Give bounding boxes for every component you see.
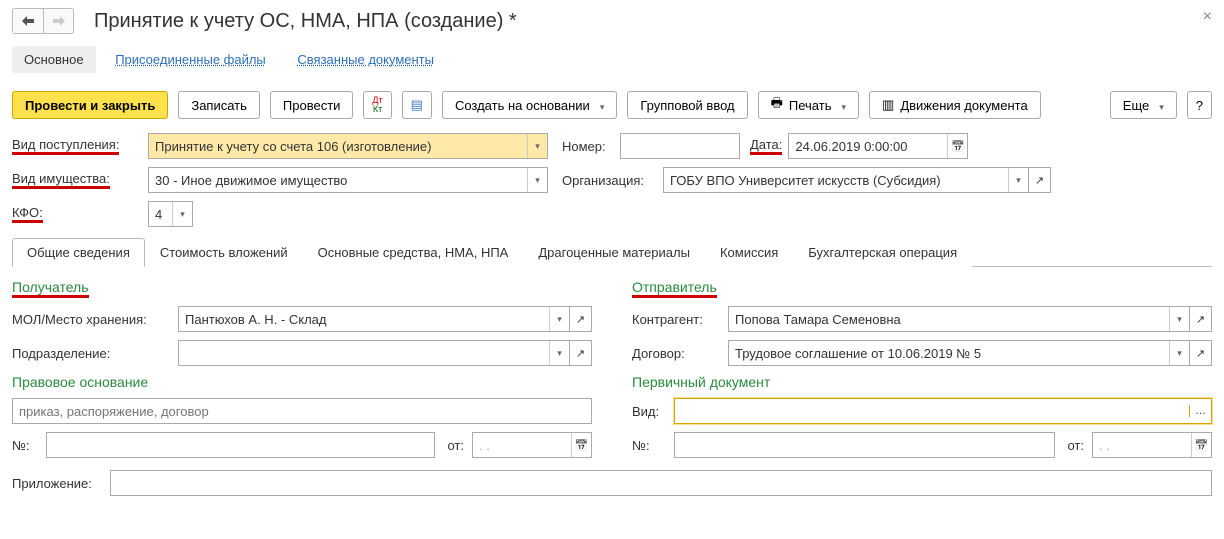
more-button[interactable]: Еще — [1110, 91, 1177, 119]
attachment-input[interactable] — [110, 470, 1212, 496]
calendar-icon[interactable] — [947, 134, 967, 158]
org-select[interactable]: ГОБУ ВПО Университет искусств (Субсидия)… — [663, 167, 1029, 193]
mol-label: МОЛ/Место хранения: — [12, 312, 172, 327]
link-tab-main[interactable]: Основное — [12, 46, 96, 73]
counterparty-label: Контрагент: — [632, 312, 722, 327]
tab-precious[interactable]: Драгоценные материалы — [523, 238, 705, 267]
legal-basis-title: Правовое основание — [12, 374, 592, 390]
post-and-close-button[interactable]: Провести и закрыть — [12, 91, 168, 119]
sender-from-label: от: — [1067, 438, 1084, 453]
dt-kt-button[interactable]: ДтКт — [363, 91, 391, 119]
chevron-down-icon[interactable]: ▾ — [1169, 307, 1189, 331]
dept-select[interactable]: ▾ — [178, 340, 570, 366]
sender-no-input[interactable] — [674, 432, 1055, 458]
legal-basis-input[interactable] — [12, 398, 592, 424]
mol-select[interactable]: Пантюхов А. Н. - Склад ▾ — [178, 306, 570, 332]
org-open-button[interactable]: ↗ — [1029, 167, 1051, 193]
sender-title: Отправитель — [632, 279, 1212, 298]
form-header: Вид поступления: Принятие к учету со сче… — [12, 133, 1212, 227]
tab-accounting[interactable]: Бухгалтерская операция — [793, 238, 972, 267]
doc-type-label: Вид: — [632, 404, 668, 419]
recipient-no-label: №: — [12, 438, 40, 453]
recipient-from-label: от: — [447, 438, 464, 453]
calendar-icon[interactable] — [571, 433, 591, 457]
kfo-select[interactable]: 4 ▾ — [148, 201, 193, 227]
list-icon-button[interactable]: ▤ — [402, 91, 432, 119]
asset-type-label: Вид имущества: — [12, 171, 142, 189]
org-label: Организация: — [562, 173, 657, 188]
sender-section: Отправитель Контрагент: Попова Тамара Се… — [632, 279, 1212, 466]
link-tabs: Основное Присоединенные файлы Связанные … — [12, 46, 1212, 73]
chevron-down-icon[interactable]: ▾ — [172, 202, 192, 226]
tab-commission[interactable]: Комиссия — [705, 238, 793, 267]
print-button[interactable]: 🖶 Печать — [758, 91, 859, 119]
recipient-section: Получатель МОЛ/Место хранения: Пантюхов … — [12, 279, 592, 466]
counterparty-open-button[interactable]: ↗ — [1190, 306, 1212, 332]
kfo-label: КФО: — [12, 205, 142, 223]
chevron-down-icon[interactable]: ▾ — [527, 134, 547, 158]
chevron-down-icon[interactable]: ▾ — [549, 341, 569, 365]
chevron-down-icon — [1155, 98, 1164, 113]
nav-forward-button[interactable] — [43, 9, 73, 33]
tab-assets[interactable]: Основные средства, НМА, НПА — [303, 238, 524, 267]
dept-label: Подразделение: — [12, 346, 172, 361]
number-label: Номер: — [562, 139, 614, 154]
chevron-down-icon — [837, 98, 846, 113]
toolbar: Провести и закрыть Записать Провести ДтК… — [12, 91, 1212, 119]
tabs: Общие сведения Стоимость вложений Основн… — [12, 237, 1212, 267]
doc-type-input[interactable]: … — [674, 398, 1212, 424]
list-icon: ▤ — [411, 97, 423, 113]
printer-icon: 🖶 — [771, 94, 783, 116]
recipient-title: Получатель — [12, 279, 592, 298]
contract-select[interactable]: Трудовое соглашение от 10.06.2019 № 5 ▾ — [728, 340, 1190, 366]
link-tab-attached[interactable]: Присоединенные файлы — [103, 46, 278, 73]
receipt-type-select[interactable]: Принятие к учету со счета 106 (изготовле… — [148, 133, 548, 159]
tab-cost[interactable]: Стоимость вложений — [145, 238, 303, 267]
sender-no-label: №: — [632, 438, 668, 453]
contract-label: Договор: — [632, 346, 722, 361]
contract-open-button[interactable]: ↗ — [1190, 340, 1212, 366]
create-based-button[interactable]: Создать на основании — [442, 91, 617, 119]
number-input[interactable] — [620, 133, 740, 159]
chevron-down-icon[interactable]: ▾ — [527, 168, 547, 192]
tab-general[interactable]: Общие сведения — [12, 238, 145, 267]
chevron-down-icon[interactable]: ▾ — [549, 307, 569, 331]
dept-open-button[interactable]: ↗ — [570, 340, 592, 366]
nav-buttons — [12, 8, 74, 34]
recipient-from-date[interactable]: . . — [472, 432, 592, 458]
page-title: Принятие к учету ОС, НМА, НПА (создание)… — [94, 10, 517, 33]
calendar-icon[interactable] — [1191, 433, 1211, 457]
mol-open-button[interactable]: ↗ — [570, 306, 592, 332]
receipt-type-label: Вид поступления: — [12, 137, 142, 155]
chevron-down-icon[interactable]: ▾ — [1169, 341, 1189, 365]
link-tab-related[interactable]: Связанные документы — [285, 46, 446, 73]
recipient-no-input[interactable] — [46, 432, 435, 458]
counterparty-select[interactable]: Попова Тамара Семеновна ▾ — [728, 306, 1190, 332]
chevron-down-icon[interactable]: ▾ — [1008, 168, 1028, 192]
sender-from-date[interactable]: . . — [1092, 432, 1212, 458]
post-button[interactable]: Провести — [270, 91, 354, 119]
ellipsis-button[interactable]: … — [1189, 405, 1211, 417]
attachment-label: Приложение: — [12, 476, 104, 491]
group-input-button[interactable]: Групповой ввод — [627, 91, 747, 119]
help-button[interactable]: ? — [1187, 91, 1212, 119]
primary-doc-title: Первичный документ — [632, 374, 1212, 390]
dt-kt-icon: ДтКт — [372, 96, 382, 114]
asset-type-select[interactable]: 30 - Иное движимое имущество ▾ — [148, 167, 548, 193]
nav-back-button[interactable] — [13, 9, 43, 33]
doc-icon: ▥ — [882, 97, 894, 113]
date-label: Дата: — [750, 137, 782, 155]
save-button[interactable]: Записать — [178, 91, 260, 119]
close-button[interactable]: × — [1203, 8, 1212, 26]
date-input[interactable]: 24.06.2019 0:00:00 — [788, 133, 968, 159]
movements-button[interactable]: ▥ Движения документа — [869, 91, 1041, 119]
chevron-down-icon — [596, 98, 605, 113]
